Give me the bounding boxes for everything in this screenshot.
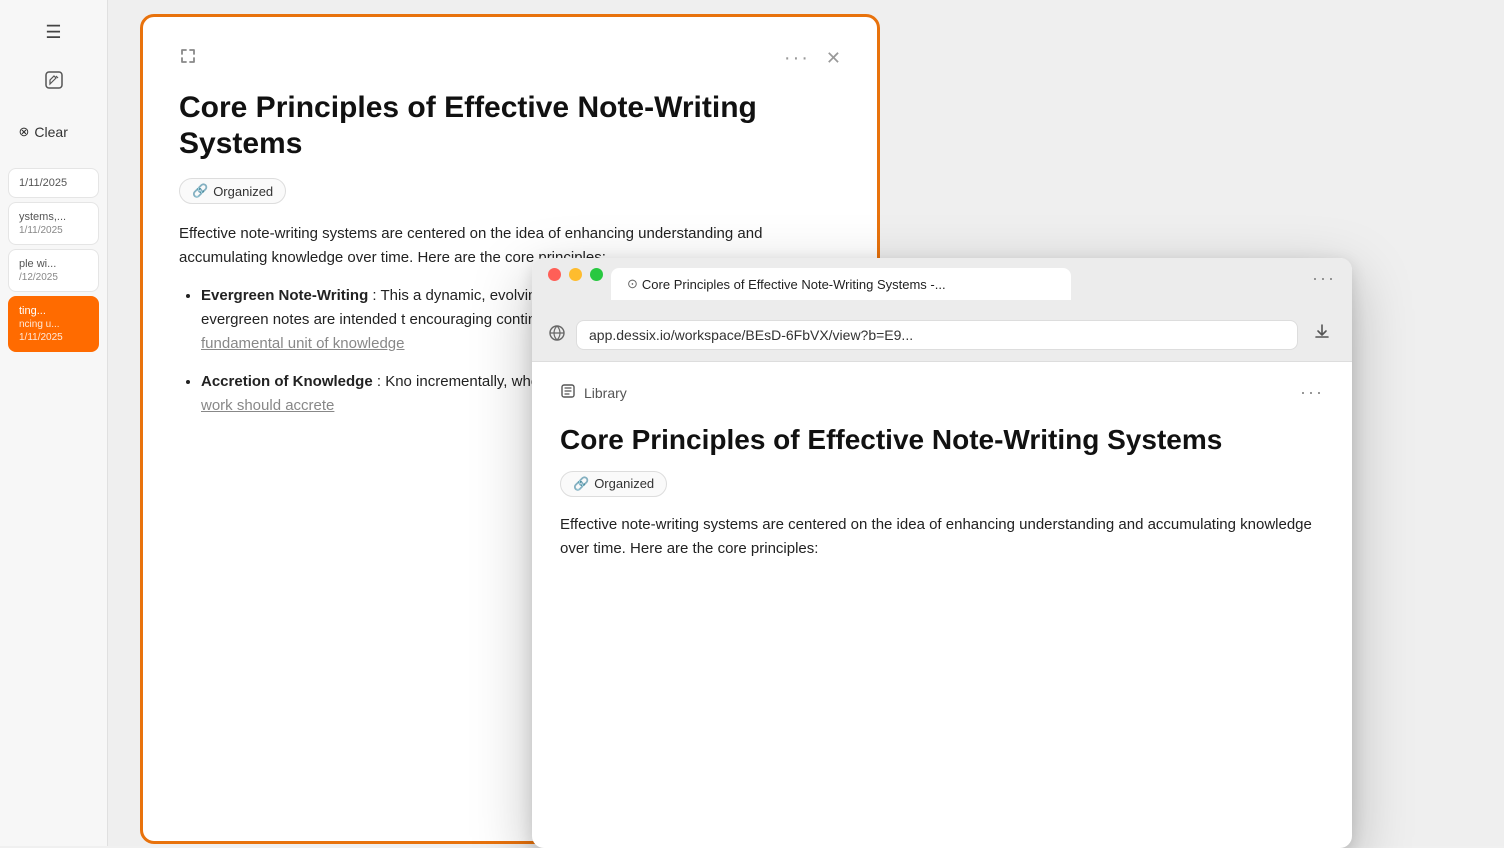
sidebar-item-0[interactable]: 1/11/2025 [8,168,99,198]
browser-content: Library ··· Core Principles of Effective… [532,362,1352,848]
list-item-1-link[interactable]: work should accrete [201,397,334,414]
card-title: Core Principles of Effective Note-Writin… [179,90,841,162]
traffic-light-yellow[interactable] [569,268,582,281]
browser-window: ⊙ Core Principles of Effective Note-Writ… [532,258,1352,848]
address-bar-input[interactable] [576,320,1298,350]
item-2-title: ple wi... [19,258,88,270]
clear-label: Clear [34,124,67,140]
menu-icon: ☰ [45,22,61,43]
breadcrumb-left: Library [560,383,627,402]
address-icon [548,324,566,345]
download-icon[interactable] [1308,318,1336,351]
browser-breadcrumb: Library ··· [560,382,1324,403]
browser-chrome: ⊙ Core Principles of Effective Note-Writ… [532,258,1352,362]
item-0-date: 1/11/2025 [19,177,88,189]
clear-x-icon: ⊗ [19,124,30,140]
address-bar-row [548,310,1336,361]
sidebar-item-1[interactable]: ystems,... 1/11/2025 [8,202,99,245]
browser-traffic-lights: ⊙ Core Principles of Effective Note-Writ… [548,268,1336,300]
badge-label: Organized [213,184,273,199]
item-3-date: 1/11/2025 [19,332,88,343]
item-1-date: 1/11/2025 [19,225,88,236]
menu-button[interactable]: ☰ [32,10,76,54]
list-item-0-link[interactable]: fundamental unit of knowledge [201,335,404,352]
browser-doc-title: Core Principles of Effective Note-Writin… [560,423,1324,457]
list-item-1-heading: Accretion of Knowledge [201,373,373,390]
clear-button[interactable]: ⊗ Clear [9,118,99,146]
sidebar: ☰ ⊗ Clear 1/11/2025 ystems,... 1/11/2025… [0,0,108,846]
breadcrumb-label: Library [584,385,627,401]
more-options-icon[interactable]: ··· [784,47,810,70]
tab-more-icon[interactable]: ··· [1312,268,1336,300]
item-1-title: ystems,... [19,211,88,223]
sidebar-item-2[interactable]: ple wi... /12/2025 [8,249,99,292]
expand-icon[interactable] [179,47,197,70]
traffic-light-green[interactable] [590,268,603,281]
browser-body-text: Effective note-writing systems are cente… [560,513,1324,563]
close-icon[interactable]: ✕ [826,48,841,69]
item-3-title: ting... [19,305,88,317]
browser-badge[interactable]: 🔗 Organized [560,471,667,497]
tab-icon: ⊙ [627,276,638,292]
browser-badge-icon: 🔗 [573,476,589,492]
card-header-actions: ··· ✕ [784,47,841,70]
sidebar-item-3[interactable]: ting... ncing u... 1/11/2025 [8,296,99,352]
card-header: ··· ✕ [179,47,841,70]
edit-button[interactable] [32,60,76,104]
sidebar-items-list: 1/11/2025 ystems,... 1/11/2025 ple wi...… [0,160,107,360]
organized-badge[interactable]: 🔗 Organized [179,178,286,204]
badge-icon: 🔗 [192,183,208,199]
main-area: ··· ✕ Core Principles of Effective Note-… [108,0,1504,846]
item-2-date: /12/2025 [19,272,88,283]
browser-badge-label: Organized [594,476,654,491]
traffic-light-red[interactable] [548,268,561,281]
library-icon [560,383,576,402]
breadcrumb-more-icon[interactable]: ··· [1300,382,1324,403]
browser-tab[interactable]: ⊙ Core Principles of Effective Note-Writ… [611,268,1071,300]
tab-title: Core Principles of Effective Note-Writin… [642,277,946,292]
edit-icon [44,70,64,95]
item-3-subtitle: ncing u... [19,319,88,330]
list-item-0-heading: Evergreen Note-Writing [201,287,368,304]
